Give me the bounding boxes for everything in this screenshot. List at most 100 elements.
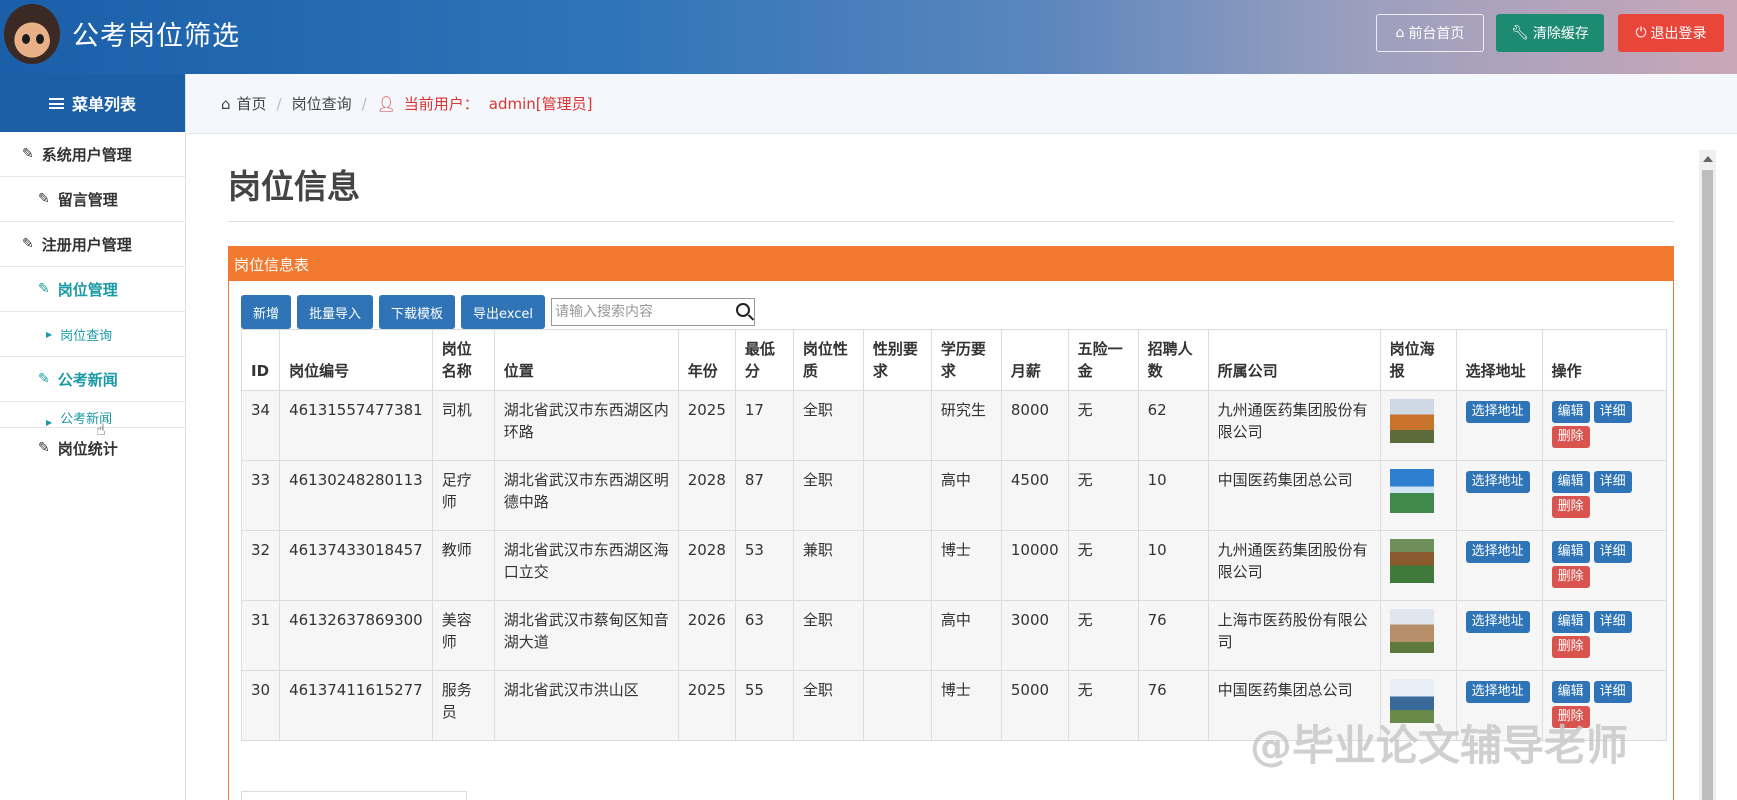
- download-template-button[interactable]: 下载模板: [379, 295, 456, 329]
- frontend-home-button[interactable]: ⌂ 前台首页: [1376, 14, 1484, 52]
- sidebar-item-label: 公考新闻: [57, 370, 118, 389]
- col-header[interactable]: 年份: [677, 329, 736, 391]
- cell-nature: 全职: [792, 600, 864, 671]
- sidebar-item-label: 系统用户管理: [41, 145, 132, 164]
- cell-id: 34: [240, 390, 281, 461]
- detail-button[interactable]: 详细: [1593, 401, 1632, 423]
- cell-salary: 3000: [1000, 600, 1069, 671]
- table-row[interactable]: 33 46130248280113 足疗师 湖北省武汉市东西湖区明德中路 2028 87 全…: [240, 460, 1667, 531]
- cell-select-address: 选择地址: [1455, 390, 1543, 461]
- sidebar-item-news[interactable]: ✎ 公考新闻: [0, 357, 185, 402]
- detail-button[interactable]: 详细: [1593, 611, 1632, 633]
- cell-edu: 高中: [930, 460, 1002, 531]
- scrollbar[interactable]: [1699, 150, 1716, 800]
- cell-select-address: 选择地址: [1455, 600, 1543, 671]
- cell-code: 46131557477381: [279, 390, 433, 461]
- poster-thumbnail[interactable]: [1389, 609, 1434, 653]
- add-button[interactable]: 新增: [241, 295, 292, 329]
- delete-button[interactable]: 删除: [1551, 636, 1590, 658]
- batch-import-button[interactable]: 批量导入: [297, 295, 374, 329]
- table-row[interactable]: 31 46132637869300 美容师 湖北省武汉市蔡甸区知音湖大道 2026 63 全…: [240, 600, 1667, 671]
- sidebar-item-label: 注册用户管理: [41, 235, 132, 254]
- select-address-button[interactable]: 选择地址: [1465, 471, 1530, 493]
- col-header[interactable]: 五险一金: [1067, 329, 1139, 391]
- edit-button[interactable]: 编辑: [1551, 541, 1590, 563]
- search-input[interactable]: [555, 304, 726, 320]
- col-header[interactable]: 最低分: [734, 329, 794, 391]
- cell-actions: 编辑 详细 删除: [1541, 600, 1667, 671]
- col-header[interactable]: 月薪: [1000, 329, 1069, 391]
- cell-nature: 全职: [792, 670, 864, 741]
- cell-select-address: 选择地址: [1455, 460, 1543, 531]
- menu-header[interactable]: 菜单列表: [0, 74, 185, 132]
- sidebar-item-job-stats[interactable]: ✎ 岗位统计: [0, 428, 185, 468]
- search-icon[interactable]: [736, 303, 751, 317]
- select-address-button[interactable]: 选择地址: [1465, 611, 1530, 633]
- delete-button[interactable]: 删除: [1551, 496, 1590, 518]
- sidebar-item-job-management[interactable]: ✎ 岗位管理: [0, 267, 185, 312]
- col-header[interactable]: 选择地址: [1455, 329, 1543, 391]
- col-header[interactable]: 位置: [493, 329, 679, 391]
- sidebar-subitem-news[interactable]: ▶ 公考新闻: [0, 402, 185, 428]
- select-address-button[interactable]: 选择地址: [1465, 401, 1530, 423]
- edit-button[interactable]: 编辑: [1551, 401, 1590, 423]
- poster-thumbnail[interactable]: [1389, 469, 1434, 513]
- cell-nature: 兼职: [792, 530, 864, 601]
- col-header[interactable]: 学历要求: [930, 329, 1002, 391]
- col-header[interactable]: ID: [240, 329, 281, 391]
- cell-poster: [1379, 600, 1457, 671]
- col-header[interactable]: 岗位海报: [1379, 329, 1457, 391]
- cell-loc: 湖北省武汉市东西湖区海口立交: [493, 530, 679, 601]
- table-row[interactable]: 34 46131557477381 司机 湖北省武汉市东西湖区内环路 2025 17 全职研…: [240, 390, 1667, 461]
- delete-button[interactable]: 删除: [1551, 566, 1590, 588]
- cell-year: 2028: [677, 530, 736, 601]
- detail-button[interactable]: 详细: [1593, 541, 1632, 563]
- cell-loc: 湖北省武汉市蔡甸区知音湖大道: [493, 600, 679, 671]
- cell-gender: [862, 670, 932, 741]
- edit-button[interactable]: 编辑: [1551, 681, 1590, 703]
- cell-company: 中国医药集团总公司: [1207, 460, 1381, 531]
- export-excel-button[interactable]: 导出excel: [461, 295, 546, 329]
- sidebar-item-registered-users[interactable]: ✎ 注册用户管理: [0, 222, 185, 267]
- logout-button[interactable]: ⏻ 退出登录: [1618, 14, 1724, 52]
- detail-button[interactable]: 详细: [1593, 681, 1632, 703]
- breadcrumb-separator: /: [361, 94, 367, 113]
- scroll-up-icon[interactable]: [1703, 156, 1713, 162]
- col-header[interactable]: 岗位性质: [792, 329, 864, 391]
- poster-thumbnail[interactable]: [1389, 539, 1434, 583]
- scrollbar-thumb[interactable]: [1702, 170, 1713, 800]
- sidebar-item-system-users[interactable]: ✎ 系统用户管理: [0, 132, 185, 177]
- poster-thumbnail[interactable]: [1389, 399, 1434, 443]
- caret-right-icon: ▶: [46, 329, 53, 339]
- clear-cache-button[interactable]: 🔧︎ 清除缓存: [1496, 14, 1604, 52]
- edit-button[interactable]: 编辑: [1551, 471, 1590, 493]
- cell-ins: 无: [1067, 670, 1139, 741]
- col-header[interactable]: 岗位编号: [279, 329, 433, 391]
- col-header[interactable]: 招聘人数: [1137, 329, 1209, 391]
- cell-minscore: 53: [734, 530, 794, 601]
- pagination[interactable]: [241, 791, 467, 800]
- col-header[interactable]: 所属公司: [1207, 329, 1381, 391]
- col-header[interactable]: 性别要求: [862, 329, 932, 391]
- toolbar: 新增 批量导入 下载模板 导出excel: [241, 295, 756, 329]
- cell-year: 2025: [677, 390, 736, 461]
- divider: [228, 221, 1674, 222]
- select-address-button[interactable]: 选择地址: [1465, 681, 1530, 703]
- detail-button[interactable]: 详细: [1593, 471, 1632, 493]
- cell-edu: 博士: [930, 530, 1002, 601]
- cell-count: 62: [1137, 390, 1209, 461]
- col-header[interactable]: 岗位名称: [431, 329, 495, 391]
- col-header[interactable]: 操作: [1541, 329, 1667, 391]
- panel-title: 岗位信息表: [229, 247, 1673, 281]
- menu-icon: [48, 97, 64, 109]
- cell-ins: 无: [1067, 390, 1139, 461]
- edit-icon: ✎: [22, 146, 34, 162]
- edit-button[interactable]: 编辑: [1551, 611, 1590, 633]
- delete-button[interactable]: 删除: [1551, 426, 1590, 448]
- sidebar-item-messages[interactable]: ✎ 留言管理: [0, 177, 185, 222]
- breadcrumb-home[interactable]: 首页: [237, 93, 267, 114]
- sidebar-subitem-job-query[interactable]: ▶ 岗位查询: [0, 312, 185, 357]
- table-row[interactable]: 32 46137433018457 教师 湖北省武汉市东西湖区海口立交 2028 53 兼职…: [240, 530, 1667, 601]
- select-address-button[interactable]: 选择地址: [1465, 541, 1530, 563]
- cell-nature: 全职: [792, 390, 864, 461]
